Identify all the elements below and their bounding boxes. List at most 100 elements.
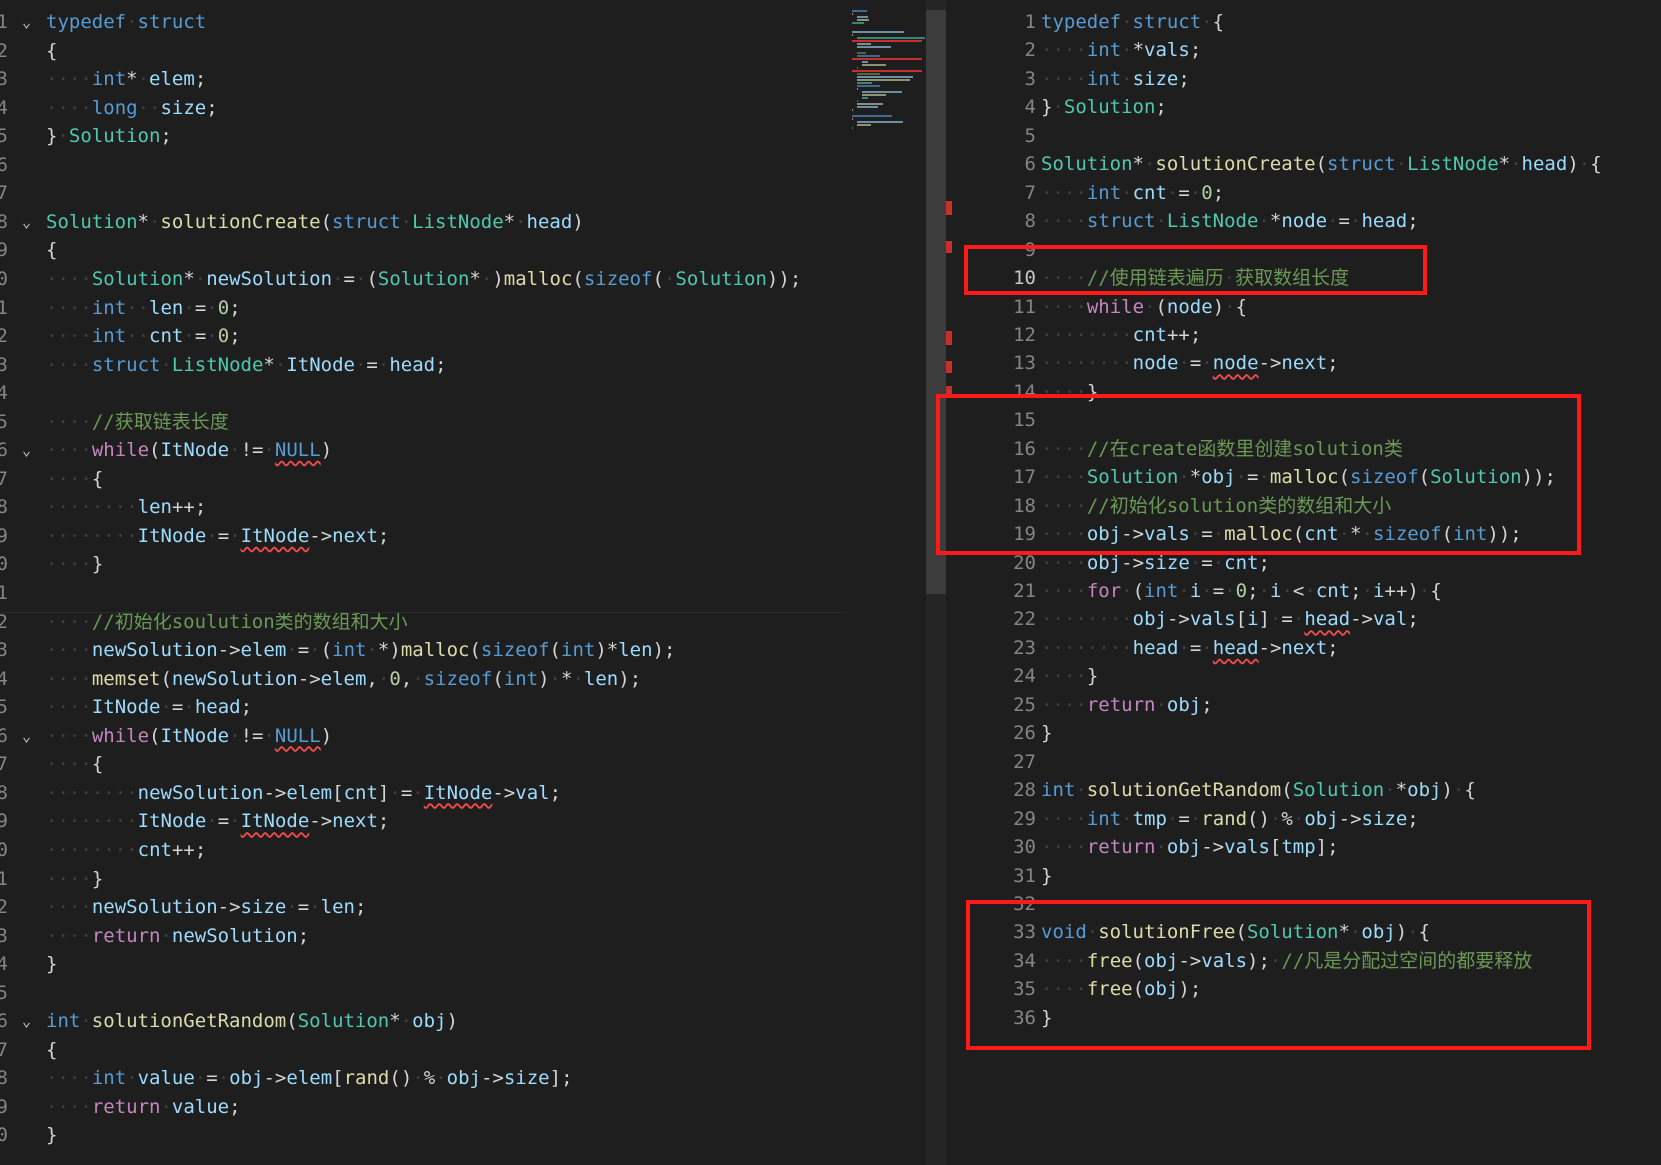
code-line[interactable]: 21 ····for·(int·i·=·0;·i·<·cnt;·i++)·{ bbox=[946, 577, 1661, 606]
code-text: ····return·value; bbox=[46, 1095, 241, 1118]
code-line[interactable]: 28 int·solutionGetRandom(Solution·*obj)·{ bbox=[946, 776, 1661, 805]
minimap-line bbox=[856, 43, 872, 45]
line-number: 7 bbox=[1024, 181, 1036, 204]
annotation-highlight-box bbox=[936, 394, 1581, 555]
code-line[interactable]: 13 ········node·=·node->next; bbox=[946, 349, 1661, 378]
line-number: 29 bbox=[0, 810, 8, 833]
code-line[interactable]: 20 ····} bbox=[0, 550, 846, 579]
code-line[interactable]: 14 bbox=[0, 379, 846, 408]
line-number: 3 bbox=[1024, 67, 1036, 90]
code-line[interactable]: 17 ····{ bbox=[0, 465, 846, 494]
minimap[interactable] bbox=[846, 0, 926, 1165]
code-text: int·solutionGetRandom(Solution·*obj)·{ bbox=[1041, 779, 1476, 802]
code-line[interactable]: 33 ····return·newSolution; bbox=[0, 922, 846, 951]
code-line[interactable]: 25 ····ItNode·=·head; bbox=[0, 693, 846, 722]
code-line[interactable]: 18 ········len++; bbox=[0, 493, 846, 522]
code-line[interactable]: 23 ····newSolution->elem·=·(int·*)malloc(… bbox=[0, 636, 846, 665]
line-number: 28 bbox=[0, 781, 8, 804]
code-line[interactable]: 27 ····{ bbox=[0, 750, 846, 779]
left-code-editor[interactable]: 1 ⌄ typedef·struct 2{3 ····int*·elem; 4 ····lo… bbox=[0, 0, 846, 1165]
code-line[interactable]: 12 ····int··cnt·=·0; bbox=[0, 322, 846, 351]
code-line[interactable]: 1 typedef·struct·{ bbox=[946, 8, 1661, 37]
code-line[interactable]: 25 ····return·obj; bbox=[946, 691, 1661, 720]
code-text: ········newSolution->elem[cnt]·=·ItNode-… bbox=[46, 781, 562, 804]
code-text: }·Solution; bbox=[1041, 96, 1167, 119]
code-line[interactable]: 32 ····newSolution->size·=·len; bbox=[0, 893, 846, 922]
code-line[interactable]: 34} bbox=[0, 950, 846, 979]
line-number: 9 bbox=[0, 239, 8, 262]
code-line[interactable]: 11 ····int··len·=·0; bbox=[0, 294, 846, 323]
code-text: ····int*·elem; bbox=[46, 68, 207, 91]
code-line[interactable]: 16 ⌄ ····while(ItNode·!=·NULL) bbox=[0, 436, 846, 465]
code-line[interactable]: 30 ····return·obj->vals[tmp]; bbox=[946, 833, 1661, 862]
code-line[interactable]: 5}·Solution; bbox=[0, 122, 846, 151]
code-line[interactable]: 31 ····} bbox=[0, 865, 846, 894]
chevron-down-icon[interactable]: ⌄ bbox=[22, 208, 31, 237]
code-line[interactable]: 29 ········ItNode·=·ItNode->next; bbox=[0, 807, 846, 836]
minimap-line bbox=[856, 76, 913, 78]
code-line[interactable]: 8 ⌄ Solution*·solutionCreate(struct·ListNo… bbox=[0, 208, 846, 237]
code-line[interactable]: 10 ····Solution*·newSolution·=·(Solution*… bbox=[0, 265, 846, 294]
code-line[interactable]: 15 ····//获取链表长度 bbox=[0, 408, 846, 437]
minimap-line bbox=[856, 55, 880, 57]
minimap-error-mark bbox=[852, 40, 922, 42]
code-line[interactable]: 26 ⌄ ····while(ItNode·!=·NULL) bbox=[0, 722, 846, 751]
code-line[interactable]: 22 ········obj->vals[i]·=·head->val; bbox=[946, 605, 1661, 634]
code-line[interactable]: 5 bbox=[946, 122, 1661, 151]
code-line[interactable]: 12 ········cnt++; bbox=[946, 321, 1661, 350]
chevron-down-icon[interactable]: ⌄ bbox=[22, 436, 31, 465]
code-line[interactable]: 28 ········newSolution->elem[cnt]·=·ItNod… bbox=[0, 779, 846, 808]
code-line[interactable]: 31} bbox=[946, 862, 1661, 891]
code-line[interactable]: 24 ····} bbox=[946, 662, 1661, 691]
code-line[interactable]: 4 ····long··size; bbox=[0, 94, 846, 123]
code-line[interactable]: 8 ····struct·ListNode·*node·=·head; bbox=[946, 207, 1661, 236]
code-text: ····//获取链表长度 bbox=[46, 410, 229, 433]
code-line[interactable]: 1 ⌄ typedef·struct bbox=[0, 8, 846, 37]
code-line[interactable]: 21 bbox=[0, 579, 846, 608]
code-line[interactable]: 6 bbox=[0, 151, 846, 180]
line-number: 20 bbox=[0, 553, 8, 576]
code-line[interactable]: 2{ bbox=[0, 37, 846, 66]
line-number: 34 bbox=[0, 953, 8, 976]
line-number: 4 bbox=[1024, 96, 1036, 119]
code-line[interactable]: 35 bbox=[0, 979, 846, 1008]
code-text: ····while·(node)·{ bbox=[1041, 295, 1248, 318]
code-line[interactable]: 23 ········head·=·head->next; bbox=[946, 634, 1661, 663]
code-line[interactable]: 27 bbox=[946, 748, 1661, 777]
code-line[interactable]: 39 ····return·value; bbox=[0, 1093, 846, 1122]
minimap-error-mark bbox=[852, 70, 922, 72]
minimap-line bbox=[856, 73, 880, 75]
line-number: 1 bbox=[1024, 11, 1036, 33]
code-line[interactable]: 7 ····int·cnt·=·0; bbox=[946, 179, 1661, 208]
line-number: 25 bbox=[0, 696, 8, 719]
code-line[interactable]: 40} bbox=[0, 1121, 846, 1150]
code-line[interactable]: 38 ····int·value·=·obj->elem[rand()·%·obj… bbox=[0, 1064, 846, 1093]
code-line[interactable]: 13 ····struct·ListNode*·ItNode·=·head; bbox=[0, 351, 846, 380]
chevron-down-icon[interactable]: ⌄ bbox=[22, 8, 31, 37]
minimap-line bbox=[856, 103, 884, 105]
line-number: 4 bbox=[0, 96, 8, 119]
code-line[interactable]: 3 ····int*·elem; bbox=[0, 65, 846, 94]
line-number: 26 bbox=[1013, 722, 1036, 745]
code-line[interactable]: 36 ⌄ int·solutionGetRandom(Solution*·obj) bbox=[0, 1007, 846, 1036]
code-line[interactable]: 7 bbox=[0, 179, 846, 208]
chevron-down-icon[interactable]: ⌄ bbox=[22, 1007, 31, 1036]
code-line[interactable]: 26} bbox=[946, 719, 1661, 748]
code-line[interactable]: 9{ bbox=[0, 236, 846, 265]
code-line[interactable]: 24 ····memset(newSolution->elem,·0,·sizeo… bbox=[0, 665, 846, 694]
code-line[interactable]: 4}·Solution; bbox=[946, 93, 1661, 122]
code-line[interactable]: 11 ····while·(node)·{ bbox=[946, 293, 1661, 322]
code-line[interactable]: 2 ····int·*vals; bbox=[946, 36, 1661, 65]
code-line[interactable]: 29 ····int·tmp·=·rand()·%·obj->size; bbox=[946, 805, 1661, 834]
line-number: 23 bbox=[1013, 636, 1036, 659]
minimap-line bbox=[856, 19, 869, 21]
code-line[interactable]: 19 ········ItNode·=·ItNode->next; bbox=[0, 522, 846, 551]
code-line[interactable]: 3 ····int·size; bbox=[946, 65, 1661, 94]
minimap-line bbox=[856, 67, 858, 69]
code-line[interactable]: 37 { bbox=[0, 1036, 846, 1065]
code-line[interactable]: 30 ········cnt++; bbox=[0, 836, 846, 865]
minimap-line bbox=[856, 124, 872, 126]
chevron-down-icon[interactable]: ⌄ bbox=[22, 722, 31, 751]
code-line[interactable]: 6 Solution*·solutionCreate(struct·ListNod… bbox=[946, 150, 1661, 179]
line-number: 32 bbox=[0, 896, 8, 919]
